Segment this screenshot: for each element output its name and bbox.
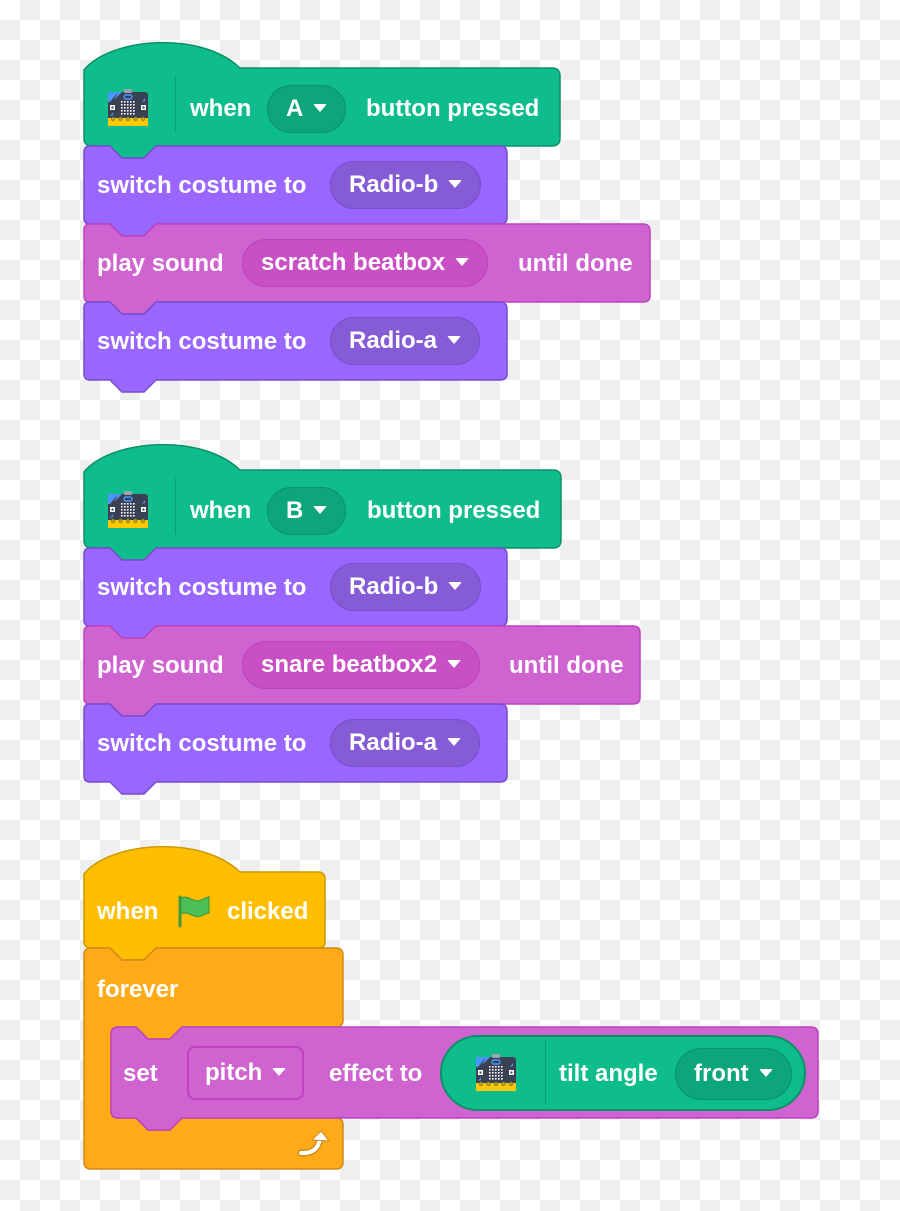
green-flag-icon (178, 895, 210, 928)
separator (545, 1041, 546, 1105)
effect-dropdown[interactable]: pitch (187, 1046, 305, 1100)
set-label: set (123, 1060, 158, 1087)
effect-to-label: effect to (329, 1060, 423, 1087)
script-green-flag: when clicked forever set pitch effect to… (0, 0, 900, 1211)
tilt-direction-dropdown[interactable]: front (675, 1048, 792, 1100)
forever-label: forever (97, 976, 179, 1003)
microbit-icon (470, 1049, 522, 1097)
effect-value: pitch (205, 1059, 263, 1086)
tilt-angle-label: tilt angle (559, 1060, 658, 1087)
when-label: when (97, 898, 159, 925)
dropdown-arrow-icon (758, 1068, 773, 1077)
tilt-direction-value: front (694, 1060, 749, 1087)
clicked-label: clicked (227, 898, 309, 925)
dropdown-arrow-icon (272, 1067, 287, 1076)
